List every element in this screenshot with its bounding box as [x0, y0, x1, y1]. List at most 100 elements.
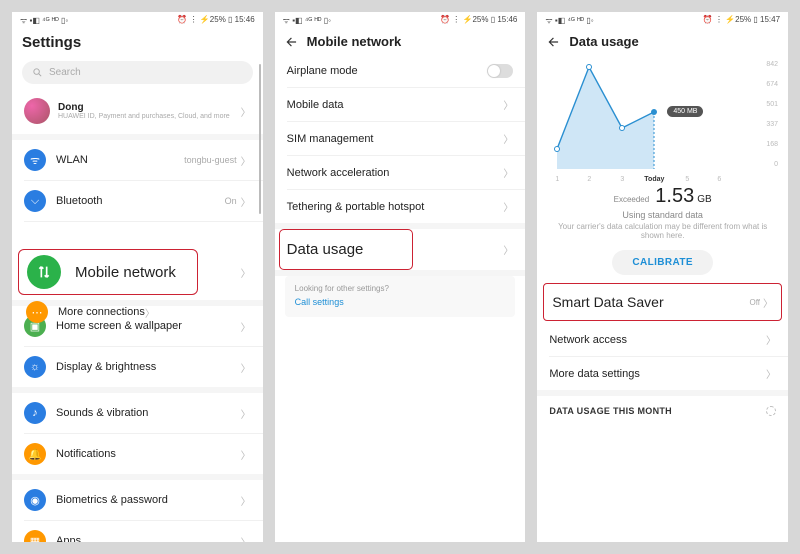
- chevron-right-icon: 〉: [503, 199, 513, 214]
- search-icon: [32, 67, 43, 78]
- fingerprint-icon: ◉: [24, 489, 46, 511]
- row-label: Bluetooth: [56, 195, 225, 207]
- row-notifications[interactable]: 🔔 Notifications 〉: [12, 434, 263, 474]
- chevron-right-icon: 〉: [241, 153, 251, 168]
- more-icon: ⋯: [26, 301, 48, 323]
- status-right: ⏰ ⋮ ⚡25% ▯ 15:47: [703, 15, 780, 26]
- status-right: ⏰ ⋮ ⚡25% ▯ 15:46: [177, 15, 254, 26]
- page-title: Mobile network: [307, 34, 402, 49]
- usage-summary: Exceeded 1.53 GB Using standard data You…: [537, 181, 788, 244]
- sound-icon: ♪: [24, 402, 46, 424]
- row-sim-management[interactable]: SIM management 〉: [275, 122, 526, 155]
- row-label: Smart Data Saver: [552, 294, 749, 310]
- row-label: Airplane mode: [287, 65, 488, 77]
- chevron-right-icon: 〉: [241, 493, 251, 508]
- row-label: SIM management: [287, 133, 504, 145]
- row-label: More data settings: [549, 368, 766, 380]
- row-value: On: [225, 196, 237, 206]
- row-bluetooth[interactable]: ⌵ Bluetooth On 〉: [12, 181, 263, 221]
- status-right: ⏰ ⋮ ⚡25% ▯ 15:46: [440, 15, 517, 26]
- callout-label: Mobile network: [75, 264, 176, 281]
- chevron-right-icon: 〉: [766, 366, 776, 381]
- y-tick: 337: [766, 121, 778, 128]
- header: Data usage: [537, 26, 788, 55]
- chart-tooltip: 450 MB: [667, 106, 703, 117]
- profile-sub: HUAWEI ID, Payment and purchases, Cloud,…: [58, 113, 241, 120]
- back-icon[interactable]: [547, 35, 561, 49]
- header: Mobile network: [275, 26, 526, 55]
- avatar: [24, 98, 50, 124]
- row-label: Network access: [549, 334, 766, 346]
- status-bar: ᯤ ▪◧ ⁴ᴳ ᴴᴰ ▯◦ ⏰ ⋮ ⚡25% ▯ 15:47: [537, 12, 788, 26]
- scrollbar[interactable]: [259, 64, 261, 214]
- exceeded-label: Exceeded: [614, 195, 650, 204]
- y-tick: 674: [766, 81, 778, 88]
- screen-data-usage: ᯤ ▪◧ ⁴ᴳ ᴴᴰ ▯◦ ⏰ ⋮ ⚡25% ▯ 15:47 Data usag…: [537, 12, 788, 542]
- row-network-acceleration[interactable]: Network acceleration 〉: [275, 156, 526, 189]
- toggle-airplane[interactable]: [487, 64, 513, 78]
- row-label: Biometrics & password: [56, 494, 241, 506]
- row-sounds[interactable]: ♪ Sounds & vibration 〉: [12, 393, 263, 433]
- x-tick: 6: [717, 176, 721, 183]
- row-more-connections[interactable]: ⋯ More connections 〉: [18, 292, 257, 332]
- chevron-right-icon: 〉: [241, 104, 251, 119]
- call-settings-link[interactable]: Call settings: [295, 297, 506, 307]
- bell-icon: 🔔: [24, 443, 46, 465]
- row-display[interactable]: ☼ Display & brightness 〉: [12, 347, 263, 387]
- x-tick: Today: [644, 176, 664, 183]
- profile-name: Dong: [58, 102, 241, 113]
- row-label: Sounds & vibration: [56, 407, 241, 419]
- y-tick: 501: [766, 101, 778, 108]
- row-label: Apps: [56, 535, 241, 542]
- chevron-right-icon: 〉: [241, 534, 251, 543]
- other-settings-text: Looking for other settings?: [295, 284, 389, 293]
- row-apps[interactable]: ▦ Apps 〉: [12, 521, 263, 542]
- mobile-network-icon: [27, 255, 61, 289]
- callout-mobile-network[interactable]: Mobile network: [18, 249, 198, 295]
- chevron-right-icon: 〉: [766, 332, 776, 347]
- status-left: ᯤ ▪◧ ⁴ᴳ ᴴᴰ ▯◦: [545, 15, 593, 26]
- y-tick: 0: [774, 161, 778, 168]
- carrier-notice: Your carrier's data calculation may be d…: [537, 220, 788, 242]
- screen-mobile-network: ᯤ ▪◧ ⁴ᴳ ᴴᴰ ▯◦ ⏰ ⋮ ⚡25% ▯ 15:46 Mobile ne…: [275, 12, 526, 542]
- loading-spinner-icon: [766, 406, 776, 416]
- wifi-icon: ᯤ: [24, 149, 46, 171]
- bluetooth-icon: ⌵: [24, 190, 46, 212]
- row-wlan[interactable]: ᯤ WLAN tongbu-guest 〉: [12, 140, 263, 180]
- chevron-right-icon: 〉: [145, 305, 155, 320]
- row-airplane-mode[interactable]: Airplane mode: [275, 55, 526, 87]
- row-smart-data-saver[interactable]: Smart Data Saver Off 〉: [543, 283, 782, 321]
- profile-row[interactable]: Dong HUAWEI ID, Payment and purchases, C…: [12, 92, 263, 134]
- chevron-right-icon: 〉: [241, 194, 251, 209]
- page-title: Data usage: [569, 34, 638, 49]
- row-value: tongbu-guest: [184, 155, 237, 165]
- search-placeholder: Search: [49, 67, 81, 78]
- row-tethering[interactable]: Tethering & portable hotspot 〉: [275, 190, 526, 223]
- row-label: WLAN: [56, 154, 184, 166]
- row-label: Network acceleration: [287, 167, 504, 179]
- row-data-usage[interactable]: Data usage 〉: [275, 229, 526, 270]
- chart-plot: [547, 61, 747, 171]
- y-tick: 168: [766, 141, 778, 148]
- display-icon: ☼: [24, 356, 46, 378]
- row-more-data-settings[interactable]: More data settings 〉: [537, 357, 788, 390]
- x-tick: 5: [685, 176, 689, 183]
- page-title: Settings: [22, 34, 81, 51]
- row-label: More connections: [58, 306, 145, 318]
- screen-settings: ᯤ ▪◧ ⁴ᴳ ᴴᴰ ▯◦ ⏰ ⋮ ⚡25% ▯ 15:46 Settings …: [12, 12, 263, 542]
- search-input[interactable]: Search: [22, 61, 253, 84]
- calibrate-button[interactable]: CALIBRATE: [612, 250, 713, 275]
- chevron-right-icon: 〉: [503, 242, 513, 257]
- row-label: Mobile data: [287, 99, 504, 111]
- other-settings-box: Looking for other settings? Call setting…: [285, 276, 516, 317]
- row-mobile-data[interactable]: Mobile data 〉: [275, 88, 526, 121]
- usage-unit: GB: [697, 194, 711, 205]
- back-icon[interactable]: [285, 35, 299, 49]
- chevron-right-icon: 〉: [503, 165, 513, 180]
- status-bar: ᯤ ▪◧ ⁴ᴳ ᴴᴰ ▯◦ ⏰ ⋮ ⚡25% ▯ 15:46: [275, 12, 526, 26]
- row-network-access[interactable]: Network access 〉: [537, 323, 788, 356]
- row-biometrics[interactable]: ◉ Biometrics & password 〉: [12, 480, 263, 520]
- chevron-right-icon: 〉: [763, 295, 773, 310]
- apps-icon: ▦: [24, 530, 46, 542]
- status-bar: ᯤ ▪◧ ⁴ᴳ ᴴᴰ ▯◦ ⏰ ⋮ ⚡25% ▯ 15:46: [12, 12, 263, 26]
